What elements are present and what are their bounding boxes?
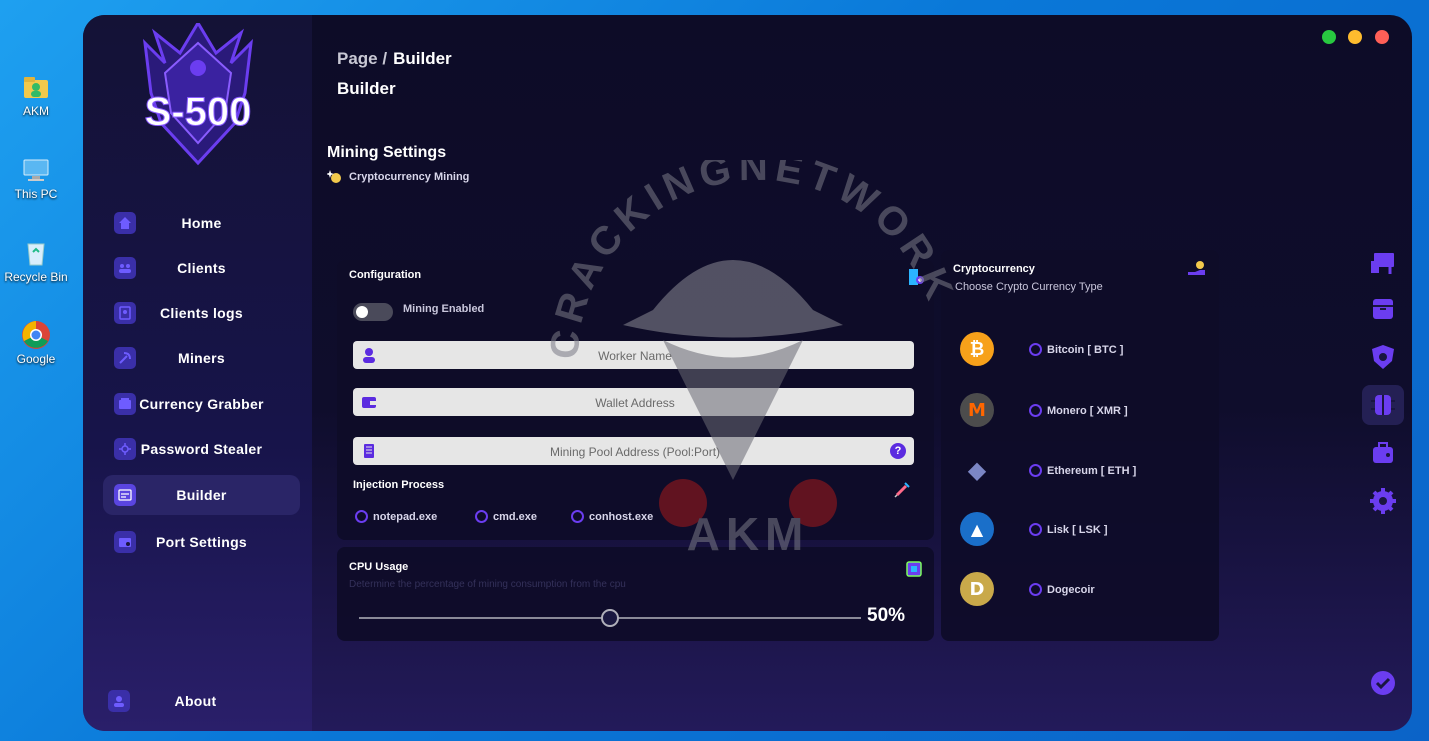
radio-ring bbox=[1029, 464, 1042, 477]
mining-enabled-label: Mining Enabled bbox=[403, 303, 485, 315]
breadcrumb-prefix: Page / bbox=[337, 49, 388, 68]
radio-ring bbox=[1029, 404, 1042, 417]
sidebar-item-currency-grabber[interactable]: Currency Grabber bbox=[103, 384, 300, 424]
close-button[interactable] bbox=[1375, 30, 1389, 44]
minimize-button[interactable] bbox=[1348, 30, 1362, 44]
desktop-icon-google[interactable]: Google bbox=[4, 320, 68, 366]
radio-label: Dogecoir bbox=[1047, 583, 1095, 596]
radio-label: notepad.exe bbox=[373, 510, 438, 523]
sidebar-item-about[interactable]: About bbox=[97, 681, 294, 721]
sparkle-icon bbox=[326, 169, 343, 185]
sidebar-item-builder[interactable]: Builder bbox=[103, 475, 300, 515]
desktop-icon-label: This PC bbox=[14, 187, 58, 201]
sidebar-item-clients-logs[interactable]: Clients logs bbox=[103, 293, 300, 333]
watermark-sign: AKM bbox=[687, 508, 810, 560]
sidebar-item-label: Clients logs bbox=[160, 305, 243, 321]
toggle-knob bbox=[356, 306, 368, 318]
sidebar-item-label: Currency Grabber bbox=[139, 396, 264, 412]
cpu-usage-description: Determine the percentage of mining consu… bbox=[349, 579, 626, 590]
sidebar-item-label: Password Stealer bbox=[140, 441, 263, 457]
user-icon bbox=[361, 347, 377, 363]
shield-bug-icon[interactable] bbox=[1369, 343, 1397, 371]
radio-ring bbox=[1029, 343, 1042, 356]
sidebar-item-label: Miners bbox=[178, 350, 225, 366]
sidebar-item-label: About bbox=[174, 693, 217, 709]
builder-tool-icon[interactable] bbox=[1362, 385, 1404, 425]
briefcase-icon[interactable] bbox=[1369, 439, 1397, 467]
check-circle-icon[interactable] bbox=[1369, 669, 1397, 697]
coin-lisk-radio[interactable]: Lisk [ LSK ] bbox=[1029, 523, 1108, 536]
breadcrumb: Page / Builder bbox=[337, 49, 452, 69]
archive-box-icon[interactable] bbox=[1369, 295, 1397, 323]
mining-settings-title: Mining Settings bbox=[327, 144, 447, 161]
sidebar-item-label: Home bbox=[181, 215, 222, 231]
app-logo: S-500 bbox=[135, 20, 261, 169]
chrome-icon bbox=[21, 320, 51, 350]
cpu-slider-thumb[interactable] bbox=[601, 609, 619, 627]
desktop-icon-label: Recycle Bin bbox=[4, 270, 68, 284]
chart-board-icon[interactable] bbox=[1369, 249, 1397, 277]
desktop-icon-akm[interactable]: AKM bbox=[4, 72, 68, 118]
computer-icon bbox=[21, 155, 51, 185]
wallet-icon bbox=[361, 394, 377, 410]
logo-text: S-500 bbox=[145, 90, 252, 134]
coin-monero-radio[interactable]: Monero [ XMR ] bbox=[1029, 404, 1128, 417]
radio-label: Bitcoin [ BTC ] bbox=[1047, 343, 1124, 356]
app-window: S-500 Home Clients Clients logs Miners C… bbox=[83, 15, 1412, 731]
radio-ring bbox=[1029, 583, 1042, 596]
radio-label: Ethereum [ ETH ] bbox=[1047, 464, 1137, 477]
sidebar-item-label: Clients bbox=[177, 260, 226, 276]
coin-bitcoin-radio[interactable]: Bitcoin [ BTC ] bbox=[1029, 343, 1123, 356]
injection-process-title: Injection Process bbox=[353, 479, 445, 491]
sidebar-item-port-settings[interactable]: Port Settings bbox=[103, 522, 300, 562]
sidebar-item-password-stealer[interactable]: Password Stealer bbox=[103, 429, 300, 469]
sidebar-item-home[interactable]: Home bbox=[103, 203, 300, 243]
configuration-title: Configuration bbox=[349, 269, 422, 281]
process-notepad-radio[interactable]: notepad.exe bbox=[355, 510, 437, 523]
hand-coin-icon bbox=[1187, 260, 1207, 278]
desktop-icon-label: AKM bbox=[22, 104, 49, 118]
desktop-icon-label: Google bbox=[16, 352, 56, 366]
server-icon bbox=[361, 443, 377, 459]
radio-label: Lisk [ LSK ] bbox=[1047, 523, 1108, 536]
radio-ring bbox=[355, 510, 368, 523]
mining-enabled-toggle[interactable] bbox=[353, 303, 393, 321]
desktop-icon-this-pc[interactable]: This PC bbox=[4, 155, 68, 201]
cpu-usage-title: CPU Usage bbox=[349, 561, 409, 573]
sidebar-item-label: Port Settings bbox=[155, 534, 248, 550]
dogecoin-icon: D bbox=[960, 572, 994, 606]
radio-label: Monero [ XMR ] bbox=[1047, 404, 1128, 417]
coin-ethereum-radio[interactable]: Ethereum [ ETH ] bbox=[1029, 464, 1136, 477]
coin-dogecoin-radio[interactable]: Dogecoir bbox=[1029, 583, 1095, 596]
desktop-icon-recycle-bin[interactable]: Recycle Bin bbox=[4, 238, 68, 284]
sidebar-item-clients[interactable]: Clients bbox=[103, 248, 300, 288]
mining-settings-subtitle: Cryptocurrency Mining bbox=[349, 171, 470, 183]
page-title: Builder bbox=[337, 79, 396, 98]
maximize-button[interactable] bbox=[1322, 30, 1336, 44]
sidebar-item-label: Builder bbox=[176, 487, 227, 503]
sidebar: S-500 Home Clients Clients logs Miners C… bbox=[83, 15, 312, 731]
user-folder-icon bbox=[21, 72, 51, 102]
cpu-usage-value: 50% bbox=[867, 605, 906, 626]
sidebar-item-miners[interactable]: Miners bbox=[103, 338, 300, 378]
radio-ring bbox=[1029, 523, 1042, 536]
gear-icon[interactable] bbox=[1369, 487, 1397, 515]
recycle-bin-icon bbox=[21, 238, 51, 268]
coin-glyph: D bbox=[969, 578, 985, 600]
breadcrumb-current: Builder bbox=[393, 49, 452, 68]
watermark: CRACKINGNETWORK AKM bbox=[483, 145, 983, 570]
